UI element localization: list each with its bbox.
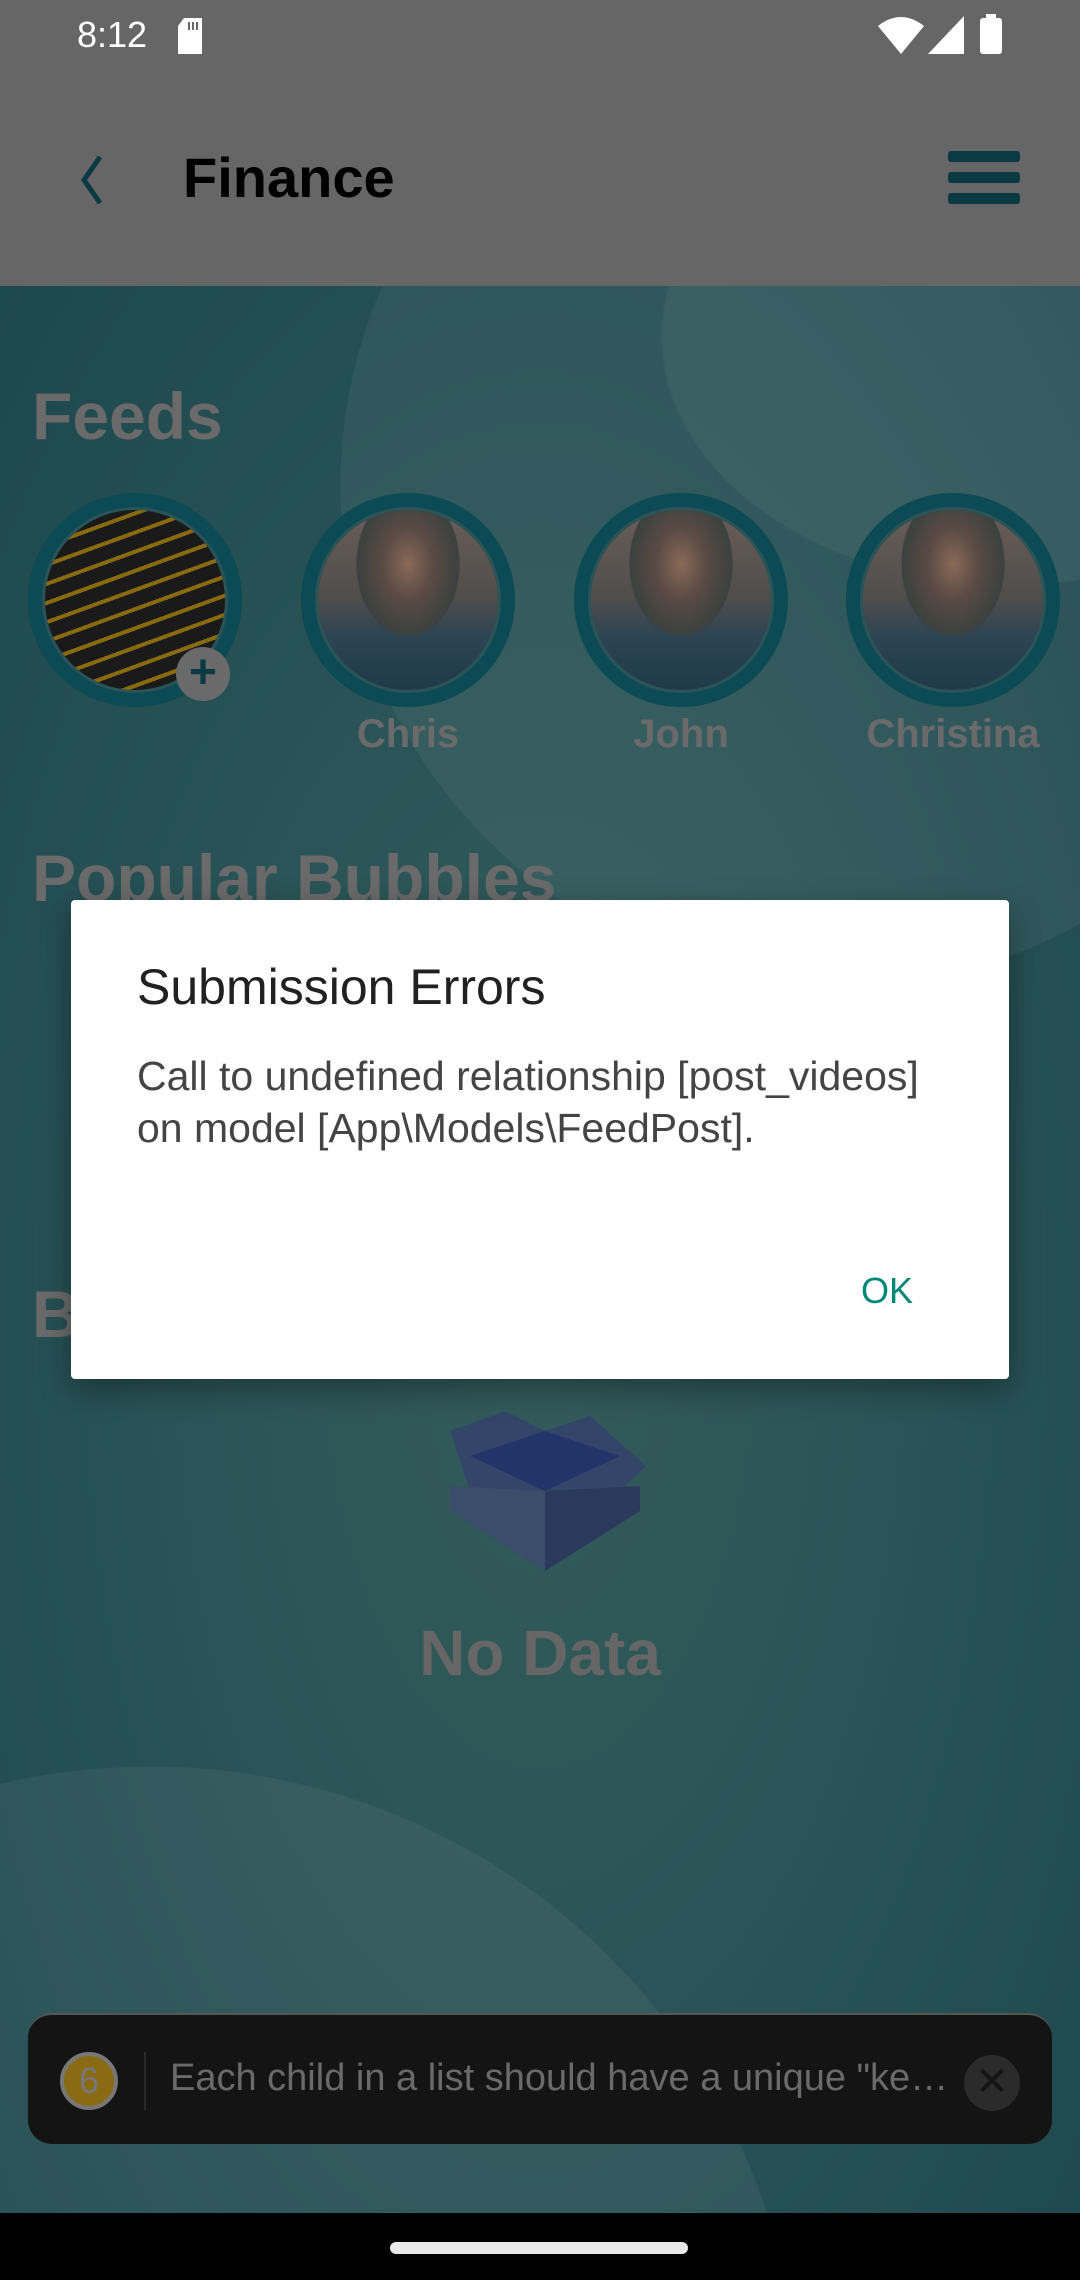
home-handle[interactable] — [390, 2242, 688, 2254]
sd-card-icon — [178, 18, 202, 54]
log-notification[interactable]: 6 Each child in a list should have a uni… — [28, 2013, 1052, 2144]
open-box-icon — [450, 1411, 646, 1571]
error-dialog: Submission Errors Call to undefined rela… — [71, 900, 1009, 1379]
status-time: 8:12 — [77, 14, 148, 55]
battery-icon — [980, 14, 1002, 54]
page-title: Finance — [183, 146, 395, 209]
app-bar: Finance — [0, 95, 1080, 286]
navigation-bar — [0, 2213, 1080, 2280]
feed-avatar-christina[interactable] — [846, 493, 1060, 707]
feed-name: Chris — [356, 712, 460, 756]
log-count-badge: 6 — [60, 2052, 118, 2110]
feeds-heading: Feeds — [32, 379, 223, 453]
status-bar: 8:12 — [0, 0, 1080, 95]
feed-name: Christina — [866, 712, 1040, 756]
menu-button[interactable] — [948, 151, 1020, 205]
feed-avatar-chris[interactable] — [301, 493, 515, 707]
ok-button[interactable]: OK — [861, 1270, 913, 1312]
feed-name: John — [633, 712, 729, 756]
divider — [144, 2052, 146, 2110]
empty-state-text: No Data — [419, 1617, 661, 1689]
back-button[interactable] — [70, 153, 110, 207]
wifi-icon — [878, 17, 924, 54]
plus-icon[interactable]: + — [176, 647, 230, 701]
close-icon[interactable]: ✕ — [964, 2055, 1020, 2111]
dialog-message: Call to undefined relationship [post_vid… — [137, 1053, 919, 1151]
feed-avatar-john[interactable] — [574, 493, 788, 707]
signal-icon — [928, 16, 964, 54]
log-message: Each child in a list should have a uniqu… — [170, 2057, 949, 2099]
dialog-title: Submission Errors — [137, 959, 546, 1015]
